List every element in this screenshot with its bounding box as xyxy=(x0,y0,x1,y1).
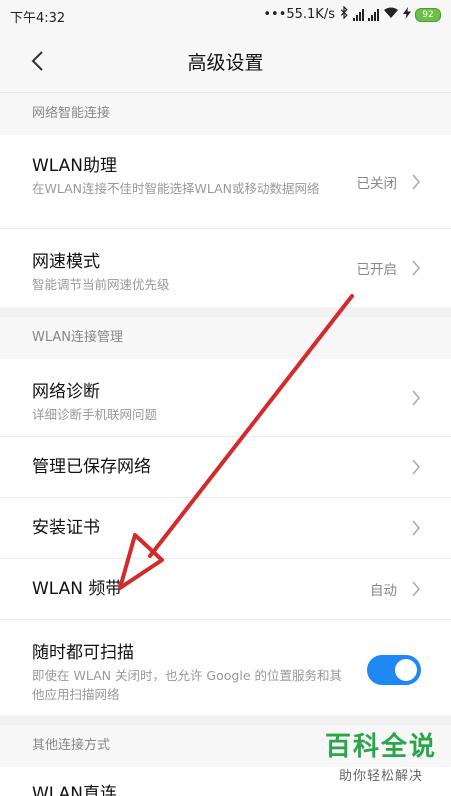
item-label: 网络诊断 xyxy=(32,382,100,402)
watermark-logo: 百科全说 助你轻松解决 xyxy=(325,726,437,784)
item-value: 自动 xyxy=(370,583,397,599)
chevron-right-icon xyxy=(412,390,420,405)
cell-signal-icon-2 xyxy=(368,8,379,21)
item-value: 已关闭 xyxy=(356,175,398,192)
wifi-icon xyxy=(383,7,399,23)
battery-icon: 92 xyxy=(415,7,441,22)
charging-icon xyxy=(403,6,411,23)
item-label: 管理已保存网络 xyxy=(32,457,151,477)
status-icons: •••55.1K/s 92 xyxy=(263,5,441,23)
chevron-right-icon xyxy=(412,174,420,189)
item-desc: 在WLAN连接不佳时智能选择WLAN或移动数据网络 xyxy=(32,181,320,196)
title-bar: 高级设置 xyxy=(0,30,451,92)
wlan-assistant-item[interactable]: WLAN助理 在WLAN连接不佳时智能选择WLAN或移动数据网络 已关闭 xyxy=(0,135,451,229)
network-diagnosis-item[interactable]: 网络诊断 详细诊断手机联网问题 xyxy=(0,359,451,437)
chevron-right-icon xyxy=(412,581,420,597)
section-gap xyxy=(0,307,451,317)
item-desc: 详细诊断手机联网问题 xyxy=(32,407,158,422)
watermark-sub: 助你轻松解决 xyxy=(338,769,423,784)
section-heading: WLAN连接管理 xyxy=(0,317,451,359)
section-wlan-manage: WLAN连接管理 网络诊断 详细诊断手机联网问题 管理已保存网络 安装证书 WL… xyxy=(0,317,451,720)
item-label: WLAN 频带 xyxy=(32,579,123,599)
item-label: 安装证书 xyxy=(32,518,100,538)
watermark-main: 百科全说 xyxy=(324,732,437,762)
item-value: 已开启 xyxy=(356,262,398,278)
status-bar: 下午4:32 •••55.1K/s 92 xyxy=(0,0,451,30)
chevron-right-icon xyxy=(412,459,420,475)
always-scan-item: 随时都可扫描 即使在 WLAN 关闭时，也允许 Google 的位置服务和其他应… xyxy=(0,620,451,720)
page-title: 高级设置 xyxy=(187,52,264,74)
chevron-right-icon xyxy=(412,520,420,536)
toggle-knob xyxy=(395,659,417,681)
item-desc: 智能调节当前网速优先级 xyxy=(32,277,170,292)
status-time: 下午4:32 xyxy=(10,11,66,26)
item-label: 随时都可扫描 xyxy=(32,643,134,663)
chevron-right-icon xyxy=(412,260,420,276)
wlan-band-item[interactable]: WLAN 频带 自动 xyxy=(0,559,451,620)
network-speed: •••55.1K/s xyxy=(263,7,335,22)
item-desc: 即使在 WLAN 关闭时，也允许 Google 的位置服务和其他应用扫描网络 xyxy=(32,668,342,702)
section-network-smart: 网络智能连接 WLAN助理 在WLAN连接不佳时智能选择WLAN或移动数据网络 … xyxy=(0,93,451,307)
always-scan-toggle[interactable] xyxy=(367,655,421,685)
section-gap xyxy=(0,715,451,725)
saved-networks-item[interactable]: 管理已保存网络 xyxy=(0,437,451,498)
install-certificate-item[interactable]: 安装证书 xyxy=(0,498,451,559)
speed-mode-item[interactable]: 网速模式 智能调节当前网速优先级 已开启 xyxy=(0,229,451,307)
cell-signal-icon-1 xyxy=(353,8,364,21)
bluetooth-icon xyxy=(339,5,349,23)
section-heading: 网络智能连接 xyxy=(0,93,451,135)
